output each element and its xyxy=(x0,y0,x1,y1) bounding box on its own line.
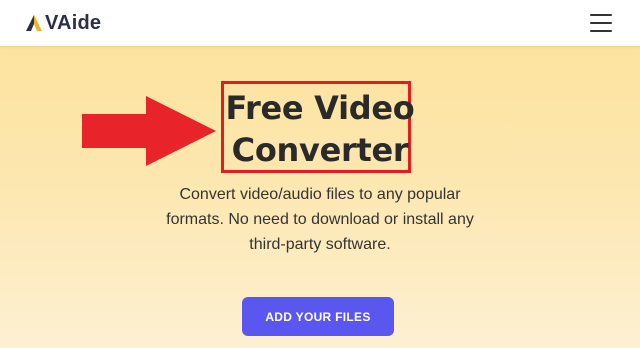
aviade-logo-icon xyxy=(26,15,42,31)
page: VAide Free Video Converter Convert video… xyxy=(0,0,640,348)
subtitle-line-2: formats. No need to download or install … xyxy=(166,211,474,228)
brand-name: VAide xyxy=(45,11,102,34)
page-title: Free Video Converter xyxy=(0,87,640,171)
subtitle-line-3: third-party software. xyxy=(249,236,391,253)
title-line-1: Free Video xyxy=(225,89,415,127)
hamburger-menu-icon[interactable] xyxy=(590,14,612,32)
subtitle-line-1: Convert video/audio files to any popular xyxy=(179,186,461,203)
hero-subtitle: Convert video/audio files to any popular… xyxy=(145,182,495,257)
title-line-2: Converter xyxy=(231,131,409,169)
brand-logo-link[interactable]: VAide xyxy=(24,12,101,35)
site-header: VAide xyxy=(0,0,640,46)
add-your-files-button[interactable]: ADD YOUR FILES xyxy=(242,297,394,336)
